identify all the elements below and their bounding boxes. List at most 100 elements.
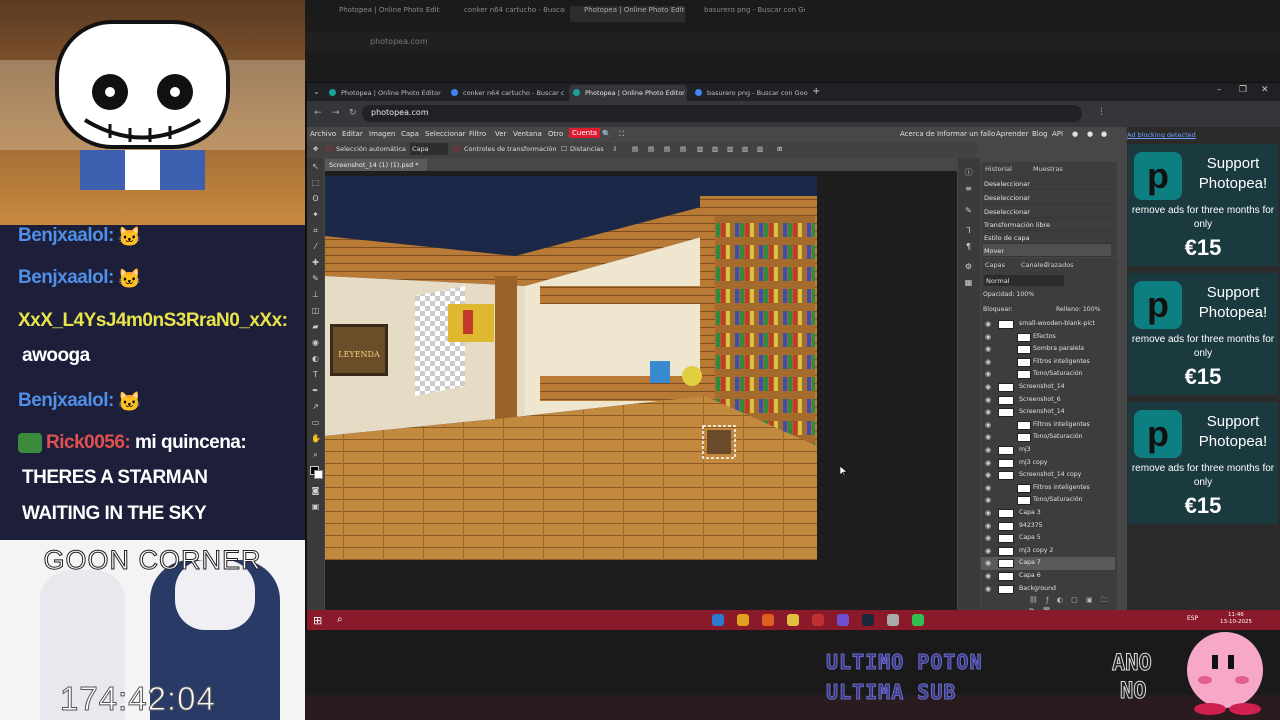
browser-tab[interactable]: basurero png - Buscar con Goo — [691, 85, 809, 101]
tab-capas[interactable]: Capas — [985, 261, 1005, 269]
visibility-eye-icon[interactable]: ◉ — [985, 559, 991, 567]
reload-icon[interactable]: ↻ — [349, 108, 357, 118]
pen-tool-icon[interactable]: ✒ — [311, 386, 320, 395]
layer-row[interactable]: ◉ Capa 3 — [981, 507, 1115, 520]
layer-effect-row[interactable]: ◉ Filtros inteligentes — [981, 482, 1115, 495]
document-tab[interactable]: Screenshot_14 (1) (1).psd * × — [325, 159, 427, 177]
layer-effect-row[interactable]: ◉ Tono/Saturación — [981, 494, 1115, 507]
visibility-eye-icon[interactable]: ◉ — [985, 433, 991, 441]
visibility-eye-icon[interactable]: ◉ — [985, 484, 991, 492]
visibility-eye-icon[interactable]: ◉ — [985, 585, 991, 593]
visibility-eye-icon[interactable]: ◉ — [985, 547, 991, 555]
stamp-tool-icon[interactable]: ⊥ — [311, 290, 320, 299]
eraser-tool-icon[interactable]: ◫ — [311, 306, 320, 315]
hand-tool-icon[interactable]: ✋ — [311, 434, 321, 443]
shape-tool-icon[interactable]: ▭ — [311, 418, 320, 427]
ad-card[interactable]: p Support Photopea! remove ads for three… — [1128, 402, 1278, 524]
menu-icon[interactable]: ≡ — [964, 184, 973, 193]
paragraph-icon[interactable]: ¶ — [964, 242, 973, 251]
taskbar-search-icon[interactable]: ⌕ — [337, 614, 343, 625]
visibility-eye-icon[interactable]: ◉ — [985, 358, 991, 366]
extensions-icon[interactable]: ⋮ — [1097, 107, 1106, 117]
transform-checkbox[interactable]: ☑ — [454, 145, 460, 153]
layer-row[interactable]: ◉ mj3 — [981, 444, 1115, 457]
fill-tool-icon[interactable]: ▰ — [311, 322, 320, 331]
browser-tab[interactable]: Photopea | Online Photo Editor — [325, 85, 443, 101]
forward-icon[interactable]: → — [332, 108, 340, 118]
visibility-eye-icon[interactable]: ◉ — [985, 522, 991, 530]
distribute-icon[interactable]: ▥ — [712, 145, 718, 153]
layer-row[interactable]: ◉ Capa 7 — [981, 557, 1115, 570]
layer-effect-row[interactable]: ◉ Efectos — [981, 331, 1115, 344]
layer-row[interactable]: ◉ Capa 5 — [981, 532, 1115, 545]
layer-select-dropdown[interactable]: Capa — [410, 143, 448, 155]
visibility-eye-icon[interactable]: ◉ — [985, 333, 991, 341]
canvas-image[interactable]: LEYENDA — [325, 176, 817, 560]
align-icon[interactable]: ▤ — [632, 145, 638, 153]
wand-tool-icon[interactable]: ✦ — [311, 210, 320, 219]
visibility-eye-icon[interactable]: ◉ — [985, 370, 991, 378]
fullscreen-icon[interactable]: ⛶ — [619, 130, 624, 139]
tray-lang[interactable]: ESP — [1187, 615, 1198, 622]
layer-row[interactable]: ◉ Screenshot_14 — [981, 381, 1115, 394]
edge-icon[interactable] — [712, 614, 724, 626]
fill-control[interactable]: Relleno: 100% — [1056, 306, 1101, 313]
visibility-eye-icon[interactable]: ◉ — [985, 509, 991, 517]
history-item[interactable]: Estilo de capa — [983, 231, 1111, 244]
distribute-icon[interactable]: ▥ — [742, 145, 748, 153]
layer-row[interactable]: ◉ Screenshot_14 — [981, 406, 1115, 419]
brush-tool-icon[interactable]: ✎ — [311, 274, 320, 283]
distribute-icon[interactable]: ▥ — [727, 145, 733, 153]
twitter-icon[interactable]: ● — [1087, 130, 1093, 138]
link-acerca-de[interactable]: Acerca de — [900, 130, 935, 138]
lasso-tool-icon[interactable]: ʘ — [311, 194, 320, 203]
windows-start-icon[interactable]: ⊞ — [313, 614, 322, 627]
zoom-tool-icon[interactable]: ⌕ — [311, 450, 320, 459]
link-aprender[interactable]: Aprender — [996, 130, 1028, 138]
eyedropper-tool-icon[interactable]: ⁄ — [311, 242, 320, 251]
visibility-eye-icon[interactable]: ◉ — [985, 421, 991, 429]
steam-icon[interactable] — [862, 614, 874, 626]
auto-select-checkbox[interactable]: ☑ — [327, 145, 333, 153]
menu-capa[interactable]: Capa — [401, 130, 419, 138]
obs-icon[interactable] — [887, 614, 899, 626]
tab-historial[interactable]: Historial — [985, 165, 1012, 173]
layer-row[interactable]: ◉ Capa 6 — [981, 570, 1115, 583]
tab-muestras[interactable]: Muestras — [1033, 165, 1063, 173]
browser-tab-active[interactable]: Photopea | Online Photo Editor — [569, 85, 687, 101]
app-icon[interactable] — [812, 614, 824, 626]
distances-checkbox[interactable]: ☐ — [561, 145, 567, 153]
maximize-button[interactable]: ❐ — [1239, 85, 1247, 95]
visibility-eye-icon[interactable]: ◉ — [985, 396, 991, 404]
history-item[interactable]: Deseleccionar — [983, 205, 1111, 218]
opacity-value[interactable]: 100% — [1016, 291, 1034, 298]
adjustments-icon[interactable]: ⚙ — [964, 262, 973, 271]
align-icon[interactable]: ▤ — [664, 145, 670, 153]
layer-effect-row[interactable]: ◉ Tono/Saturación — [981, 368, 1115, 381]
history-item[interactable]: Transformación libre — [983, 218, 1111, 231]
link-informar-fallo[interactable]: Informar un fallo — [937, 130, 995, 138]
layer-row[interactable]: ◉ small-wooden-blank-pict — [981, 318, 1115, 331]
visibility-eye-icon[interactable]: ◉ — [985, 471, 991, 479]
blur-tool-icon[interactable]: ◉ — [311, 338, 320, 347]
visibility-eye-icon[interactable]: ◉ — [985, 534, 991, 542]
quickmask-icon[interactable]: ◙ — [311, 486, 320, 495]
new-tab-button[interactable]: + — [812, 86, 820, 97]
crop-tool-icon[interactable]: ⌗ — [311, 226, 320, 235]
layers-icon[interactable]: ▦ — [964, 278, 973, 287]
history-item[interactable]: Deseleccionar — [983, 191, 1111, 204]
search-icon[interactable]: 🔍 — [602, 130, 611, 138]
menu-imagen[interactable]: Imagen — [369, 130, 395, 138]
spotify-icon[interactable] — [912, 614, 924, 626]
align-icon[interactable]: ▤ — [648, 145, 654, 153]
background-color-swatch[interactable] — [314, 470, 323, 479]
link-blog[interactable]: Blog — [1032, 130, 1047, 138]
move-tool-icon[interactable]: ✥ — [313, 145, 318, 153]
menu-editar[interactable]: Editar — [342, 130, 363, 138]
align-icon[interactable]: ▤ — [680, 145, 686, 153]
ad-card[interactable]: p Support Photopea! remove ads for three… — [1128, 273, 1278, 395]
chrome-icon[interactable] — [737, 614, 749, 626]
menu-otro[interactable]: Otro — [548, 130, 563, 138]
layer-effect-row[interactable]: ◉ Sombra paralela — [981, 343, 1115, 356]
visibility-eye-icon[interactable]: ◉ — [985, 320, 991, 328]
